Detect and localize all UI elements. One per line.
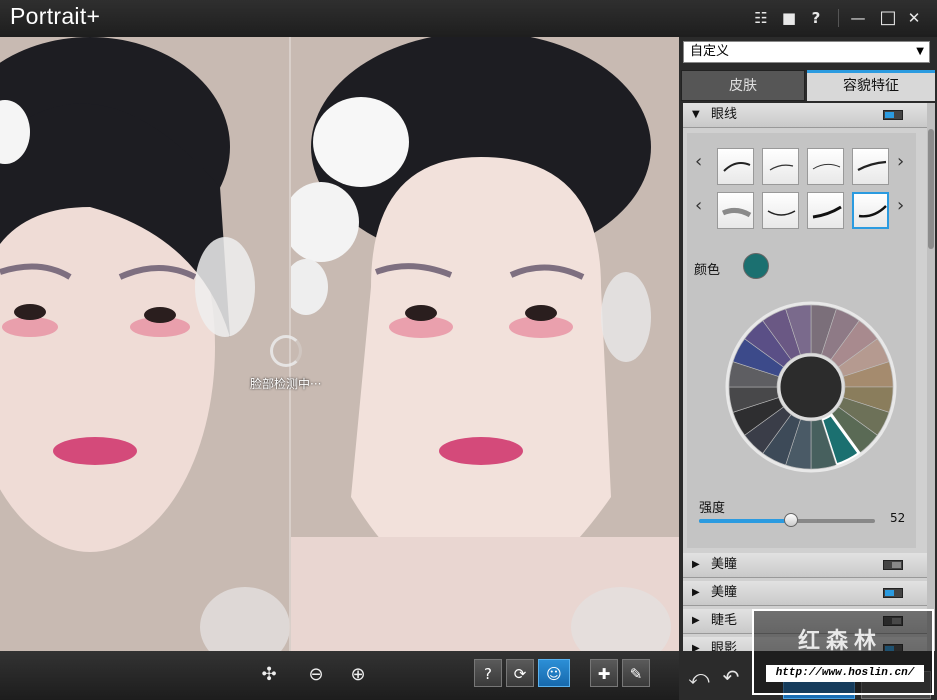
list-icon[interactable]: ☷ [749,6,773,30]
color-wheel-center [777,353,845,421]
expand-triangle-icon: ▼ [692,109,700,120]
bottom-toolbar: ✣ ⊖ ⊕ ? ⟳ ☺ ✚ ✎ [0,651,679,700]
color-label: 颜色 [694,263,721,278]
face-detecting-status: 脸部检测中··· [250,377,322,391]
strength-slider-fill [699,519,791,523]
undo-all-icon[interactable]: ⤺ [687,665,711,689]
eyeline-style-4[interactable] [852,148,889,185]
collapse-triangle-icon: ▶ [692,587,700,598]
image-viewer[interactable]: 脸部检测中··· [0,37,679,651]
strength-slider[interactable] [699,513,875,527]
strength-value: 52 [890,511,906,525]
preset-select[interactable]: 自定义 ▼ [683,41,930,63]
eyeline-style-5[interactable] [717,192,754,229]
settings-panel: 自定义 ▼ 皮肤 容貌特征 ▼ 眼线 ‹ › ‹ › 颜色 强度 52 ▶ 美瞳… [679,37,937,700]
section-pupil-2-title: 美瞳 [711,585,738,600]
preset-value: 自定义 [690,44,730,59]
color-wheel[interactable] [725,301,897,473]
eyeline-toggle[interactable] [883,110,903,120]
close-icon[interactable]: ✕ [902,6,926,30]
zoom-out-icon[interactable]: ⊖ [304,663,328,687]
brush-tool-button[interactable]: ✎ [622,659,650,687]
eyeline-body: ‹ › ‹ › 颜色 强度 52 [687,133,916,548]
undo-icon[interactable]: ↶ [719,665,743,689]
title-separator [838,9,839,27]
section-pupil-toggle[interactable] [883,560,903,570]
chevron-down-icon: ▼ [916,46,924,57]
eyeline-style-3[interactable] [807,148,844,185]
section-pupil-header[interactable]: ▶ 美瞳 [683,553,927,578]
eyeline-style-8-selected[interactable] [852,192,889,229]
eyeline-style-2[interactable] [762,148,799,185]
strength-label: 强度 [699,501,726,516]
after-photo [291,37,679,651]
help-button[interactable]: ? [474,659,502,687]
eyeline-next-row1[interactable]: › [897,151,904,172]
watermark-brand: 红森林 [798,629,883,654]
section-pupil-2-header[interactable]: ▶ 美瞳 [683,581,927,606]
help-icon[interactable]: ? [804,6,828,30]
eyeline-style-6[interactable] [762,192,799,229]
eyeline-style-1[interactable] [717,148,754,185]
face-detect-button[interactable]: ☺ [538,659,570,687]
fit-screen-icon[interactable]: ✣ [257,663,281,687]
current-color-swatch[interactable] [743,253,769,279]
app-title: Portrait+ [10,3,101,29]
comment-icon[interactable]: ■ [777,6,801,30]
maximize-icon[interactable]: □ [876,6,900,30]
zoom-in-icon[interactable]: ⊕ [346,663,370,687]
swap-compare-button[interactable]: ⟳ [506,659,534,687]
panel-scrollbar-thumb[interactable] [928,129,934,249]
watermark: 红森林 http://www.hoslin.cn/ [752,609,934,695]
section-pupil-2-toggle[interactable] [883,588,903,598]
collapse-triangle-icon: ▶ [692,559,700,570]
bandage-tool-button[interactable]: ✚ [590,659,618,687]
tab-facial-features[interactable]: 容貌特征 [807,70,935,101]
before-photo [0,37,290,651]
section-pupil-title: 美瞳 [711,557,738,572]
section-eyelash-title: 睫毛 [711,613,738,628]
eyeline-style-7[interactable] [807,192,844,229]
title-bar: Portrait+ ☷ ■ ? — □ ✕ [0,0,937,38]
watermark-url: http://www.hoslin.cn/ [766,665,924,682]
eyeline-next-row2[interactable]: › [897,195,904,216]
panel-tabs: 皮肤 容貌特征 [679,70,937,101]
minimize-icon[interactable]: — [846,6,870,30]
section-eyeline-title: 眼线 [711,107,738,122]
section-eyeline-header[interactable]: ▼ 眼线 [683,103,927,128]
strength-slider-handle[interactable] [783,513,798,527]
tab-skin[interactable]: 皮肤 [681,70,805,101]
loading-spinner-icon [270,335,302,367]
collapse-triangle-icon: ▶ [692,615,700,626]
eyeline-prev-row1[interactable]: ‹ [695,151,702,172]
eyeline-prev-row2[interactable]: ‹ [695,195,702,216]
